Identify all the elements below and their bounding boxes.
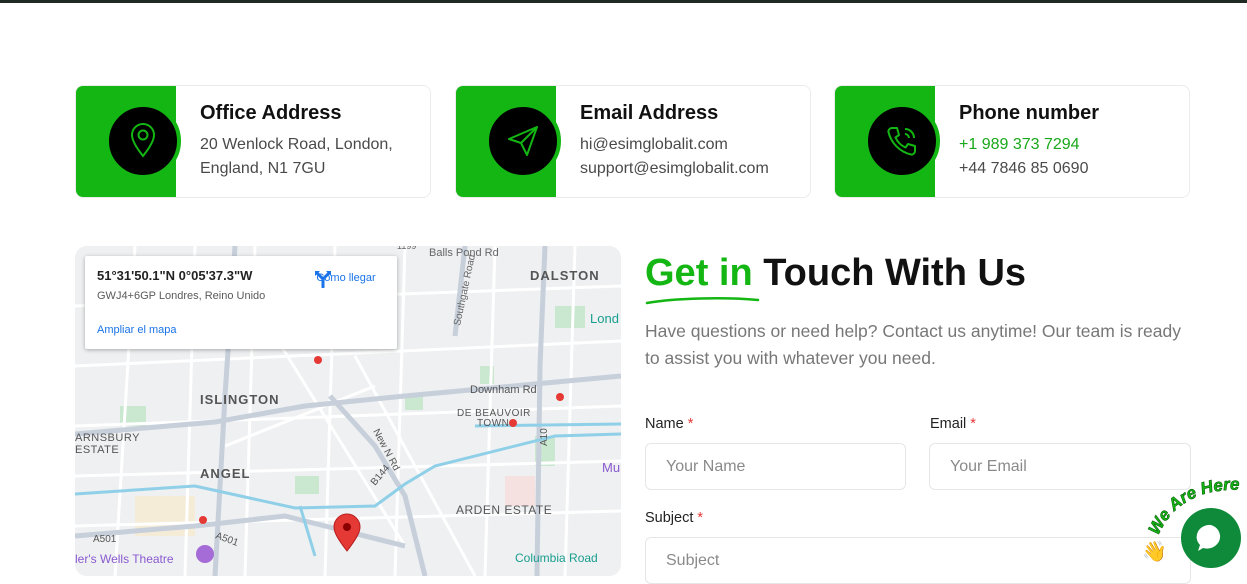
location-pin-icon [105, 103, 181, 179]
map-label: ler's Wells Theatre [75, 552, 174, 566]
phone-number-card: Phone number +1 989 373 7294 +44 7846 85… [834, 85, 1190, 198]
map-label: DALSTON [530, 268, 600, 283]
card-title: Email Address [580, 102, 719, 124]
directions-icon [315, 271, 331, 288]
chat-bubble-icon [1196, 524, 1221, 551]
heading-accent: Get in [645, 252, 753, 294]
map-label: Columbia Road [515, 551, 598, 565]
directions-button[interactable]: Cómo llegar [313, 268, 379, 288]
map-label: ARNSBURY [75, 432, 140, 444]
map-label: Mu [602, 460, 620, 475]
name-label: Name * [645, 416, 694, 432]
phone-link[interactable]: +44 7846 85 0690 [959, 160, 1088, 178]
map-label: ESTATE [75, 444, 119, 456]
card-title: Office Address [200, 102, 342, 124]
map-label: Downham Rd [470, 384, 537, 396]
phone-call-icon [864, 103, 940, 179]
subject-label: Subject * [645, 510, 704, 526]
email-label: Email * [930, 416, 976, 432]
office-address-card: Office Address 20 Wenlock Road, London, … [75, 85, 431, 198]
map-label: TOWN [477, 418, 509, 429]
card-line: England, N1 7GU [200, 160, 326, 177]
map-label: ARDEN ESTATE [456, 503, 552, 517]
map-label: Balls Pond Rd [429, 247, 499, 259]
email-address-card: Email Address hi@esimglobalit.com suppor… [455, 85, 811, 198]
map-label: ANGEL [200, 466, 251, 481]
top-border [0, 0, 1247, 3]
waving-hand-icon: 👋 [1142, 540, 1167, 563]
map-label: 1199 [397, 246, 416, 251]
enlarge-map-link[interactable]: Ampliar el mapa [97, 324, 176, 336]
paper-plane-icon [485, 103, 561, 179]
card-line: 20 Wenlock Road, London, [200, 136, 393, 153]
map-plus-code: GWJ4+6GP Londres, Reino Unido [97, 290, 266, 302]
name-input[interactable] [645, 443, 906, 490]
subject-input[interactable] [645, 537, 1191, 584]
map-label: ISLINGTON [200, 392, 280, 407]
email-link[interactable]: support@esimglobalit.com [580, 160, 769, 178]
embedded-map[interactable]: Balls Pond Rd DALSTON Lond Southgate Roa… [75, 246, 621, 576]
map-coordinates: 51°31'50.1"N 0°05'37.3"W [97, 268, 253, 283]
contact-description: Have questions or need help? Contact us … [645, 321, 1181, 368]
card-title: Phone number [959, 102, 1100, 124]
map-label: Lond [590, 311, 619, 326]
heading-underline [645, 297, 760, 305]
phone-link[interactable]: +1 989 373 7294 [959, 136, 1080, 154]
email-link[interactable]: hi@esimglobalit.com [580, 136, 728, 154]
map-label: A10 [539, 428, 550, 446]
map-label: A501 [93, 534, 117, 545]
heading-rest: Touch With Us [763, 252, 1027, 294]
chat-widget-button[interactable] [1181, 508, 1241, 568]
map-info-card: 51°31'50.1"N 0°05'37.3"W GWJ4+6GP Londre… [85, 256, 397, 349]
contact-heading: Get in Touch With Us [645, 252, 1026, 295]
